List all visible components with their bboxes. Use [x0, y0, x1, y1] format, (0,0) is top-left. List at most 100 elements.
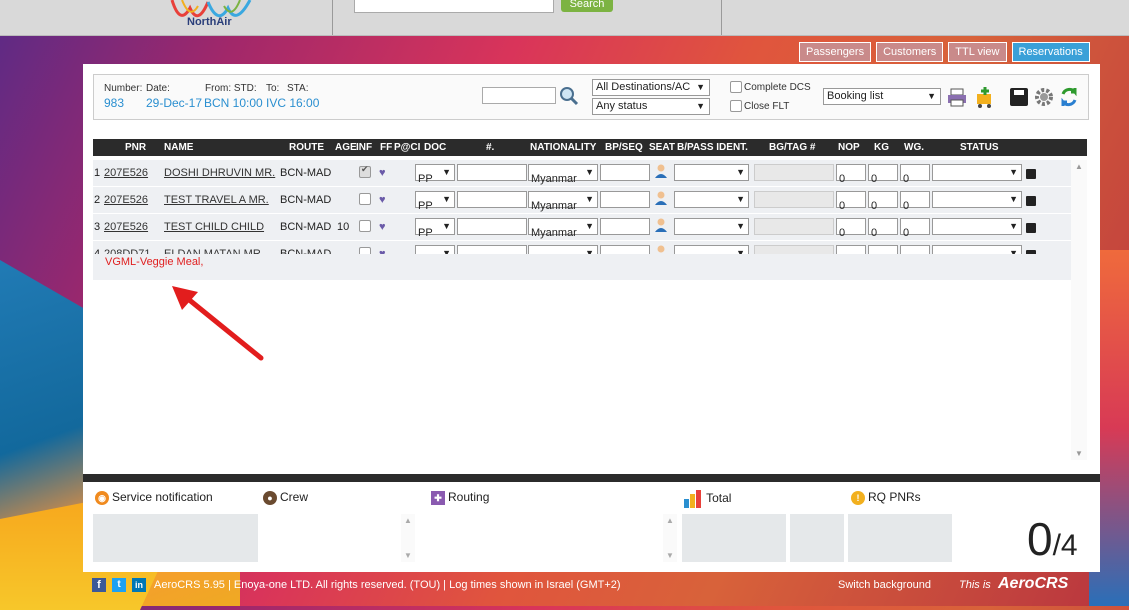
kg-input[interactable]: 0 — [868, 164, 898, 185]
wg-input[interactable]: 0 — [900, 191, 930, 212]
crew-scrollbar[interactable]: ▲ ▼ — [401, 514, 415, 562]
bp-seq-input[interactable] — [600, 164, 650, 181]
bp-seq-input[interactable] — [600, 218, 650, 235]
chevron-down-icon: ▼ — [585, 221, 594, 231]
doc-number-input[interactable] — [457, 218, 527, 235]
puzzle-icon: ✚ — [431, 490, 445, 505]
bpass-ident-select[interactable]: ▼ — [674, 164, 749, 181]
seat-icon[interactable] — [654, 164, 668, 178]
top-search-button[interactable]: Search — [561, 0, 613, 12]
doc-select[interactable]: PP ▼ — [415, 164, 455, 185]
scroll-up-icon[interactable]: ▲ — [666, 516, 674, 525]
rq-pnrs-section: ! RQ PNRs — [851, 490, 921, 505]
col-seat: SEAT — [649, 142, 675, 153]
nop-input[interactable]: 0 — [836, 218, 866, 239]
tab-passengers[interactable]: Passengers — [799, 42, 872, 62]
table-row: 3 207E526 TEST CHILD CHILD BCN-MAD 10 ♥ PP ▼ Mya… — [93, 214, 1071, 241]
scroll-down-icon[interactable]: ▼ — [404, 551, 412, 560]
pnr-link[interactable]: 207E526 — [104, 194, 148, 206]
pnr-link[interactable]: 207E526 — [104, 167, 148, 179]
tab-customers[interactable]: Customers — [876, 42, 944, 62]
route: BCN-MAD — [280, 194, 332, 206]
wg-value: 0 — [903, 200, 910, 212]
tab-ttl-view[interactable]: TTL view — [948, 42, 1007, 62]
bpass-ident-select[interactable]: ▼ — [674, 218, 749, 235]
save-row-icon[interactable] — [1026, 196, 1036, 206]
save-row-icon[interactable] — [1026, 169, 1036, 179]
switch-background-link[interactable]: Switch background — [838, 579, 931, 591]
chevron-down-icon: ▼ — [1009, 167, 1018, 177]
doc-number-input[interactable] — [457, 191, 527, 208]
table-scrollbar[interactable]: ▲ ▼ — [1071, 160, 1087, 460]
status-select[interactable]: ▼ — [932, 164, 1022, 181]
refresh-icon[interactable] — [1059, 86, 1079, 108]
kg-input[interactable]: 0 — [868, 218, 898, 239]
list-select[interactable]: Booking list ▼ — [823, 88, 941, 105]
aerocrs-logo: AeroCRS — [998, 575, 1069, 592]
frequent-flyer-icon[interactable]: ♥ — [379, 194, 386, 206]
bg-tag-input[interactable] — [754, 164, 834, 181]
bpass-ident-select[interactable]: ▼ — [674, 191, 749, 208]
doc-select[interactable]: PP ▼ — [415, 218, 455, 239]
facebook-icon[interactable]: f — [92, 578, 106, 592]
row-index: 1 — [94, 167, 101, 179]
infant-checkbox[interactable] — [359, 193, 371, 205]
bg-tag-input[interactable] — [754, 218, 834, 235]
status-filter-select[interactable]: Any status ▼ — [592, 98, 710, 115]
pnr-link[interactable]: 207E526 — [104, 221, 148, 233]
bp-seq-input[interactable] — [600, 191, 650, 208]
passenger-name-link[interactable]: TEST TRAVEL A MR. — [164, 194, 269, 206]
doc-number-input[interactable] — [457, 164, 527, 181]
bg-tag-input[interactable] — [754, 191, 834, 208]
search-icon[interactable] — [559, 86, 579, 106]
twitter-icon[interactable]: t — [112, 578, 126, 592]
complete-dcs-checkbox[interactable] — [730, 81, 742, 93]
passenger-name-link[interactable]: TEST CHILD CHILD — [164, 221, 264, 233]
col-bgtag: BG/TAG # — [769, 142, 816, 153]
add-passenger-icon[interactable] — [974, 86, 996, 108]
status-select[interactable]: ▼ — [932, 191, 1022, 208]
pnr-search-input[interactable] — [482, 87, 556, 104]
nop-input[interactable]: 0 — [836, 164, 866, 185]
routing-scrollbar[interactable]: ▲ ▼ — [663, 514, 677, 562]
sta-label: STA: — [287, 83, 309, 94]
kg-value: 0 — [871, 200, 878, 212]
scroll-up-icon[interactable]: ▲ — [1075, 162, 1083, 171]
kg-input[interactable]: 0 — [868, 191, 898, 212]
nop-value: 0 — [839, 227, 846, 239]
frequent-flyer-icon[interactable]: ♥ — [379, 167, 386, 179]
chevron-down-icon: ▼ — [1009, 194, 1018, 204]
doc-select[interactable]: PP ▼ — [415, 191, 455, 212]
top-search-input[interactable] — [354, 0, 554, 13]
divider — [332, 0, 333, 35]
col-route: ROUTE — [289, 142, 324, 153]
tab-reservations[interactable]: Reservations — [1011, 42, 1090, 62]
wg-input[interactable]: 0 — [900, 164, 930, 185]
seat-icon[interactable] — [654, 191, 668, 205]
infant-checkbox[interactable]: ✔ — [359, 164, 371, 178]
nop-input[interactable]: 0 — [836, 191, 866, 212]
save-icon[interactable] — [1009, 87, 1029, 107]
col-nationality: NATIONALITY — [530, 142, 597, 153]
frequent-flyer-icon[interactable]: ♥ — [379, 221, 386, 233]
scroll-down-icon[interactable]: ▼ — [1075, 449, 1083, 458]
list-select-value: Booking list — [827, 90, 884, 102]
nationality-select[interactable]: Myanmar ▼ — [528, 218, 598, 239]
seat-icon[interactable] — [654, 218, 668, 232]
nationality-select[interactable]: Myanmar ▼ — [528, 191, 598, 212]
meal-note-row: VGML-Veggie Meal, — [93, 254, 1071, 280]
scroll-up-icon[interactable]: ▲ — [404, 516, 412, 525]
infant-checkbox[interactable] — [359, 220, 371, 232]
status-select[interactable]: ▼ — [932, 218, 1022, 235]
printer-icon[interactable] — [947, 87, 967, 107]
linkedin-icon[interactable]: in — [132, 578, 146, 592]
col-pci: P@CI — [394, 142, 421, 153]
passenger-name-link[interactable]: DOSHI DHRUVIN MR. — [164, 167, 275, 179]
scroll-down-icon[interactable]: ▼ — [666, 551, 674, 560]
wg-input[interactable]: 0 — [900, 218, 930, 239]
nationality-select[interactable]: Myanmar ▼ — [528, 164, 598, 185]
close-flt-checkbox[interactable] — [730, 100, 742, 112]
gear-icon[interactable] — [1034, 87, 1054, 107]
save-row-icon[interactable] — [1026, 223, 1036, 233]
destination-select[interactable]: All Destinations/AC ▼ — [592, 79, 710, 96]
